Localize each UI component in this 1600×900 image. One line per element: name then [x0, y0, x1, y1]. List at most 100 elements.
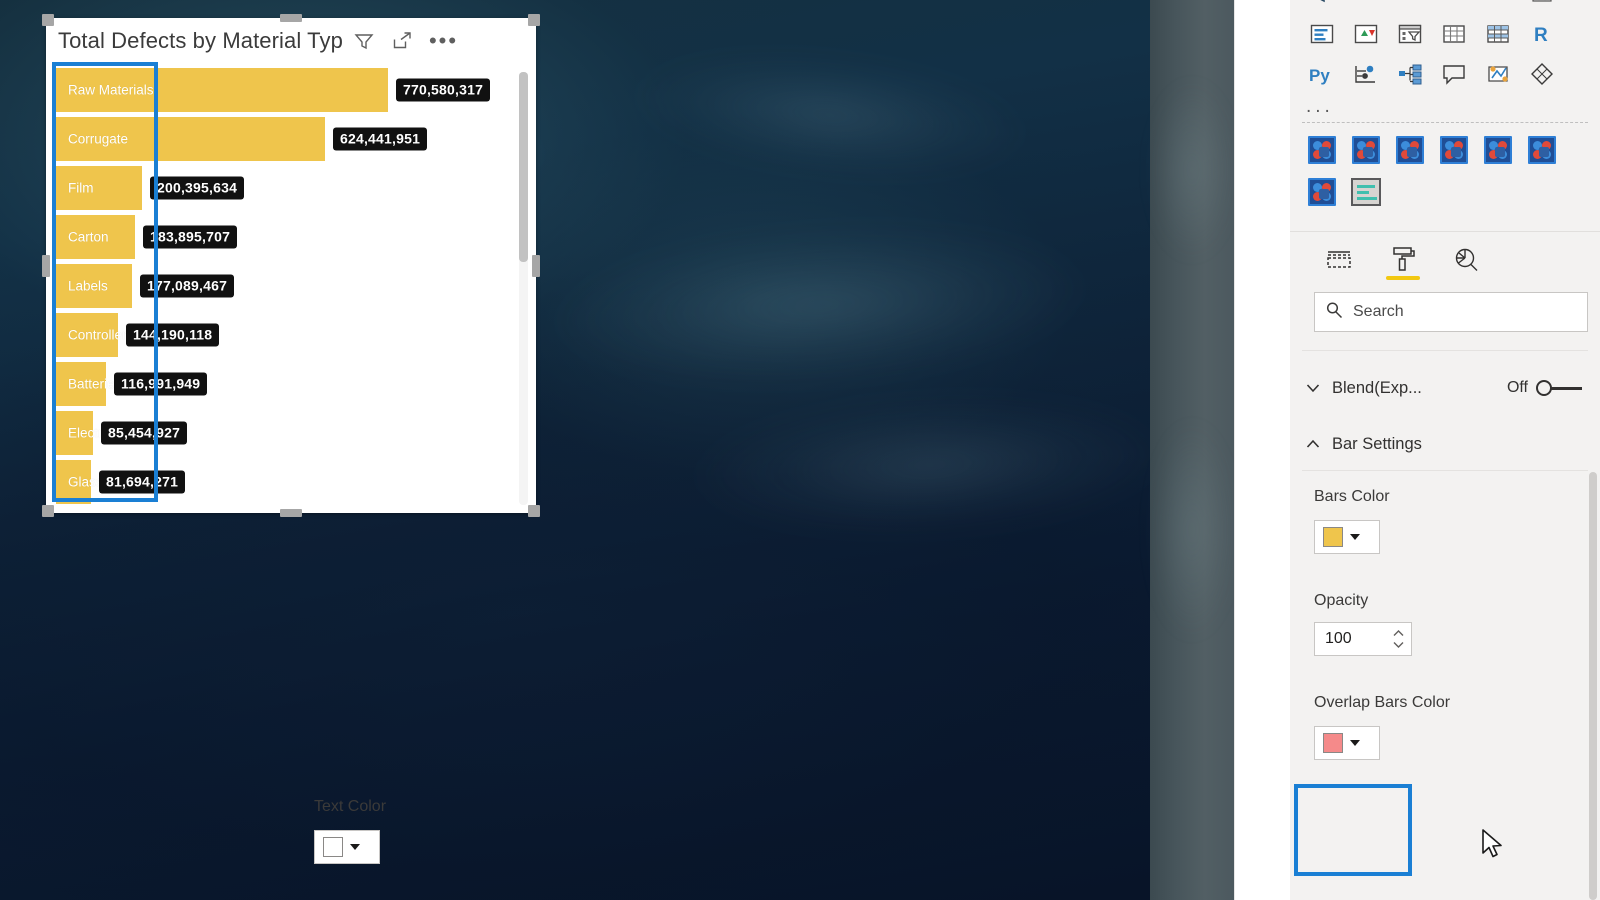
custom-visual-icon[interactable] — [1432, 129, 1476, 171]
slicer-icon[interactable]: bar — [1476, 0, 1520, 14]
text-color-picker[interactable] — [314, 830, 380, 864]
custom-visual-icon[interactable] — [1344, 129, 1388, 171]
resize-handle-top-middle[interactable] — [280, 14, 302, 22]
blend-toggle[interactable] — [1536, 380, 1582, 396]
resize-handle-bottom-right[interactable] — [528, 505, 540, 517]
overlap-bars-color-picker[interactable] — [1314, 726, 1380, 760]
visualizations-format-pane: bar R — [1290, 0, 1600, 900]
slicer-filter-icon[interactable] — [1388, 14, 1432, 54]
bar-value-label: 85,454,927 — [101, 421, 188, 445]
bar-category-label: Corrugate — [68, 131, 129, 147]
visual-fields-tab[interactable] — [1320, 240, 1358, 280]
opacity-value: 100 — [1325, 630, 1352, 647]
bar-row[interactable]: Controller 144,190,118 — [56, 313, 514, 357]
card-icon[interactable] — [1300, 14, 1344, 54]
search-icon — [1325, 301, 1343, 324]
mouse-pointer — [1480, 828, 1506, 867]
custom-visuals-row-2 — [1290, 171, 1600, 213]
format-visual-tab[interactable] — [1384, 240, 1422, 280]
bar-row[interactable]: Electronics85,454,927 — [56, 411, 514, 455]
kpi-arrows-icon[interactable] — [1344, 14, 1388, 54]
svg-text:R: R — [1534, 25, 1548, 46]
bar-category-label: Glass — [68, 474, 103, 490]
wallpaper-texture — [696, 388, 1164, 542]
background-texture — [1150, 80, 1234, 260]
table-icon[interactable] — [1432, 14, 1476, 54]
chart-scrollbar[interactable] — [519, 72, 528, 505]
chevron-down-icon — [1304, 379, 1322, 397]
overlap-bars-color-swatch — [1323, 733, 1343, 753]
blend-toggle-group[interactable]: Off — [1507, 379, 1582, 397]
r-script-icon[interactable]: R — [1520, 14, 1564, 54]
resize-handle-bottom-middle[interactable] — [280, 509, 302, 517]
analytics-tab[interactable] — [1448, 240, 1486, 280]
bar-value-label: 177,089,467 — [140, 274, 235, 298]
resize-handle-left-middle[interactable] — [42, 254, 50, 277]
format-pane-scrollbar[interactable] — [1589, 472, 1597, 900]
bar-row[interactable]: Corrugate 624,441,951 — [56, 117, 514, 161]
bar-category-label: Carton — [68, 229, 109, 245]
text-color-swatch — [323, 837, 343, 857]
smart-narrative-icon[interactable] — [1432, 54, 1476, 94]
bar-chart-visual[interactable]: Total Defects by Material Typ ••• Raw Ma… — [42, 14, 540, 517]
chevron-down-icon — [1350, 534, 1360, 540]
bars-color-picker[interactable] — [1314, 520, 1380, 554]
gauge-icon[interactable] — [1344, 0, 1388, 14]
decomposition-tree-icon[interactable] — [1388, 54, 1432, 94]
custom-visual-icon[interactable] — [1388, 129, 1432, 171]
kpi-icon[interactable] — [1432, 0, 1476, 14]
resize-handle-right-middle[interactable] — [532, 254, 540, 277]
more-options-icon[interactable]: ••• — [429, 30, 458, 52]
bar-value-label: 116,991,949 — [114, 372, 208, 396]
opacity-label: Opacity — [1314, 592, 1369, 609]
bar-row[interactable]: Raw Materials 770,580,317 — [56, 68, 514, 112]
section-blend[interactable]: Blend(Exp... Off — [1290, 362, 1600, 414]
chevron-down-icon — [350, 844, 360, 850]
bar-category-label: Film — [68, 180, 94, 196]
text-color-label: Text Color — [314, 798, 387, 815]
section-blend-label: Blend(Exp... — [1332, 378, 1422, 397]
filter-icon[interactable] — [353, 30, 375, 52]
resize-handle-bottom-left[interactable] — [42, 505, 54, 517]
bar-row[interactable]: Film 200,395,634 — [56, 166, 514, 210]
search-input[interactable]: Search — [1314, 292, 1588, 332]
bar-row[interactable]: Carton 183,895,707 — [56, 215, 514, 259]
python-script-icon[interactable]: Py — [1300, 54, 1344, 94]
bar-value-label: 144,190,118 — [126, 323, 220, 347]
viz-icon-row-partial: bar — [1290, 0, 1600, 14]
bar-row[interactable]: Labels 177,089,467 — [56, 264, 514, 308]
bar-value-label: 81,694,271 — [99, 470, 186, 494]
bar-category-label: Raw Materials — [68, 82, 154, 98]
bar-row[interactable]: Glass 81,694,271 — [56, 460, 514, 504]
matrix-table-icon[interactable] — [1476, 14, 1520, 54]
custom-visual-icon[interactable] — [1300, 129, 1344, 171]
background-texture — [1150, 420, 1234, 640]
focus-mode-icon[interactable] — [391, 30, 413, 52]
resize-handle-top-right[interactable] — [528, 14, 540, 26]
background-strip — [1150, 0, 1234, 900]
multi-row-card-icon[interactable] — [1388, 0, 1432, 14]
resize-handle-top-left[interactable] — [42, 14, 54, 26]
bar-row[interactable]: Batteries 116,991,949 — [56, 362, 514, 406]
key-influencers-icon[interactable] — [1344, 54, 1388, 94]
custom-visual-icon[interactable] — [1476, 129, 1520, 171]
chart-plot-area[interactable]: Raw Materials 770,580,317 Corrugate 624,441… — [46, 64, 536, 513]
custom-visual-icon[interactable] — [1520, 129, 1564, 171]
section-bar-settings[interactable]: Bar Settings — [1290, 418, 1600, 470]
bar-category-label: Labels — [68, 278, 108, 294]
opacity-stepper[interactable]: 100 — [1314, 622, 1412, 656]
matrix-icon[interactable] — [1520, 0, 1564, 14]
custom-visual-icon[interactable] — [1300, 171, 1344, 213]
search-placeholder: Search — [1353, 303, 1404, 320]
chart-scrollbar-thumb[interactable] — [519, 72, 528, 262]
paginated-report-icon[interactable] — [1520, 54, 1564, 94]
funnel-chart-icon[interactable] — [1300, 0, 1344, 14]
toggle-knob — [1536, 380, 1552, 396]
more-visuals-button[interactable]: ... — [1290, 94, 1600, 120]
custom-visuals-row-1 — [1290, 129, 1600, 171]
stepper-arrows[interactable] — [1392, 629, 1405, 649]
wallpaper-texture — [555, 212, 1085, 398]
q-and-a-icon[interactable] — [1476, 54, 1520, 94]
custom-table-visual-icon[interactable] — [1344, 171, 1388, 213]
pane-separator — [1302, 470, 1588, 471]
